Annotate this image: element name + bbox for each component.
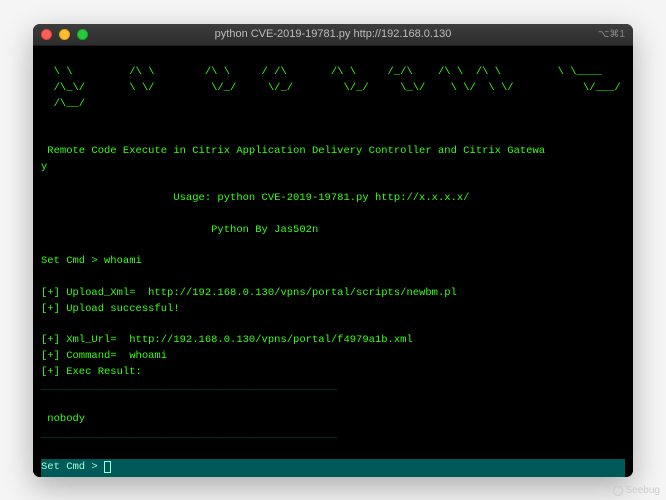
- upload-xml-line: [+] Upload_Xml= http://192.168.0.130/vpn…: [41, 287, 457, 299]
- traffic-lights: [41, 29, 88, 40]
- titlebar[interactable]: python CVE-2019-19781.py http://192.168.…: [33, 24, 633, 46]
- cmd-input-line: Set Cmd > whoami: [41, 255, 142, 267]
- separator-line: ________________________________________…: [41, 429, 337, 441]
- command-line: [+] Command= whoami: [41, 350, 167, 362]
- watermark: Seebug: [613, 485, 660, 496]
- close-icon[interactable]: [41, 29, 52, 40]
- maximize-icon[interactable]: [77, 29, 88, 40]
- terminal-content[interactable]: \ \ /\ \ /\ \ / /\ /\ \ /_/\ /\ \ /\ \ \…: [33, 46, 633, 477]
- output-line: nobody: [41, 413, 85, 425]
- bug-icon: [613, 486, 623, 496]
- exec-result-line: [+] Exec Result:: [41, 366, 142, 378]
- titlebar-shortcut: ⌥⌘1: [598, 29, 625, 40]
- window-title: python CVE-2019-19781.py http://192.168.…: [215, 28, 452, 40]
- prompt-text: Set Cmd >: [41, 461, 104, 473]
- usage-line: Usage: python CVE-2019-19781.py http://x…: [41, 192, 469, 204]
- ascii-art-line: /\__/: [41, 98, 85, 110]
- minimize-icon[interactable]: [59, 29, 70, 40]
- banner-description: y: [41, 161, 47, 173]
- separator-line: ________________________________________…: [41, 381, 337, 393]
- author-line: Python By Jas502n: [41, 224, 318, 236]
- xml-url-line: [+] Xml_Url= http://192.168.0.130/vpns/p…: [41, 334, 413, 346]
- ascii-art-line: /\_\/ \ \/ \/_/ \/_/ \/_/ \_\/ \ \/ \ \/…: [41, 82, 621, 94]
- banner-description: Remote Code Execute in Citrix Applicatio…: [41, 145, 545, 157]
- upload-ok-line: [+] Upload successful!: [41, 303, 180, 315]
- cursor-icon: [104, 461, 111, 473]
- prompt-line[interactable]: Set Cmd >: [41, 459, 625, 477]
- watermark-text: Seebug: [626, 485, 660, 496]
- ascii-art-line: \ \ /\ \ /\ \ / /\ /\ \ /_/\ /\ \ /\ \ \…: [41, 66, 602, 78]
- terminal-window: python CVE-2019-19781.py http://192.168.…: [33, 24, 633, 477]
